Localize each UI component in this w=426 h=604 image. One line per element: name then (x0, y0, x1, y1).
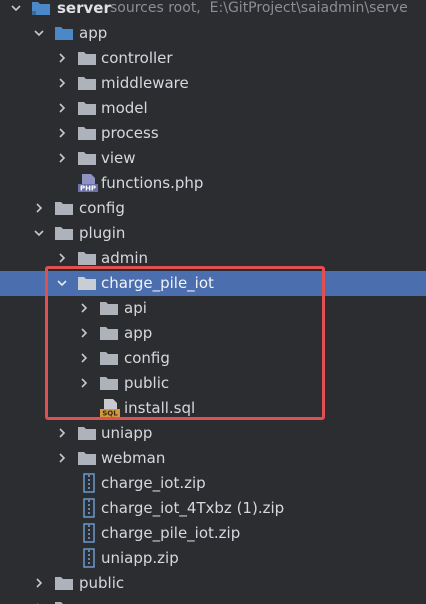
chevron-down-icon[interactable] (10, 2, 22, 14)
folder-icon (78, 52, 96, 65)
chevron-down-icon[interactable] (56, 277, 68, 289)
folder-icon (78, 77, 96, 90)
chevron-right-icon[interactable] (56, 452, 68, 464)
sql-file-icon: SQL (100, 399, 120, 418)
tree-label-model: model (101, 99, 148, 117)
tree-row-webman[interactable]: webman (0, 446, 426, 471)
folder-icon (78, 252, 96, 265)
tree-row-functions-php[interactable]: PHP functions.php (0, 171, 426, 196)
tree-label-config: config (79, 199, 125, 217)
chevron-down-icon[interactable] (33, 27, 45, 39)
folder-icon (100, 302, 118, 315)
chevron-right-icon[interactable] (56, 427, 68, 439)
tree-row-plugin-public[interactable]: public (0, 371, 426, 396)
tree-label-server: server (57, 0, 111, 17)
tree-row-plugin[interactable]: plugin (0, 221, 426, 246)
php-file-icon: PHP (78, 174, 98, 193)
folder-icon (78, 152, 96, 165)
tree-label-middleware: middleware (101, 74, 189, 92)
tree-label-plugin: plugin (79, 224, 126, 242)
tree-row-view[interactable]: view (0, 146, 426, 171)
zip-file-icon (83, 498, 95, 518)
tree-row-api[interactable]: api (0, 296, 426, 321)
tree-row-controller[interactable]: controller (0, 46, 426, 71)
chevron-down-icon[interactable] (33, 227, 45, 239)
tree-row-install-sql[interactable]: SQL install.sql (0, 396, 426, 421)
php-badge-text: PHP (80, 185, 96, 193)
folder-icon (78, 127, 96, 140)
tree-row-config[interactable]: config (0, 196, 426, 221)
chevron-right-icon[interactable] (56, 77, 68, 89)
tree-label-functions-php: functions.php (101, 174, 204, 192)
tree-label-charge-iot-zip: charge_iot.zip (101, 474, 206, 492)
tree-row-app[interactable]: app (0, 21, 426, 46)
tree-label-install-sql: install.sql (124, 399, 196, 417)
folder-icon (55, 602, 73, 604)
tree-label-plugin-config: config (124, 349, 170, 367)
tree-row-partial[interactable] (0, 596, 426, 604)
tree-label-controller: controller (101, 49, 173, 67)
folder-icon (78, 277, 96, 290)
zip-file-icon (83, 523, 95, 543)
tree-label-uniapp: uniapp (101, 424, 153, 442)
chevron-right-icon[interactable] (78, 352, 90, 364)
hint-path: E:\GitProject\saiadmin\serve (209, 0, 408, 16)
chevron-right-icon[interactable] (78, 302, 90, 314)
folder-icon (100, 327, 118, 340)
folder-icon (100, 352, 118, 365)
tree-label-process: process (101, 124, 159, 142)
tree-label-admin: admin (101, 249, 148, 267)
sql-badge-text: SQL (102, 410, 118, 418)
tree-row-public[interactable]: public (0, 571, 426, 596)
chevron-right-icon[interactable] (78, 327, 90, 339)
chevron-right-icon[interactable] (78, 377, 90, 389)
tree-label-charge-iot-4txbz-zip: charge_iot_4Txbz (1).zip (101, 499, 285, 517)
folder-icon (100, 377, 118, 390)
tree-label-plugin-app: app (124, 324, 153, 342)
tree-label-app: app (79, 24, 108, 42)
chevron-right-icon[interactable] (56, 127, 68, 139)
tree-label-public: public (79, 574, 125, 592)
tree-label-api: api (124, 299, 147, 317)
sources-root-hint: sources root, E:\GitProject\saiadmin\ser… (110, 0, 408, 17)
chevron-right-icon[interactable] (56, 252, 68, 264)
folder-icon (78, 427, 96, 440)
tree-row-charge-iot-zip[interactable]: charge_iot.zip (0, 471, 426, 496)
tree-row-middleware[interactable]: middleware (0, 71, 426, 96)
tree-label-plugin-public: public (124, 374, 170, 392)
tree-row-charge-pile-iot[interactable]: charge_pile_iot (0, 271, 426, 296)
tree-row-admin[interactable]: admin (0, 246, 426, 271)
folder-icon (55, 227, 73, 240)
tree-row-server[interactable]: server sources root, E:\GitProject\saiad… (0, 0, 426, 21)
tree-label-charge-pile-iot: charge_pile_iot (101, 274, 214, 292)
tree-row-charge-iot-4txbz-zip[interactable]: charge_iot_4Txbz (1).zip (0, 496, 426, 521)
folder-icon (78, 102, 96, 115)
tree-label-webman: webman (101, 449, 166, 467)
tree-row-uniapp-zip[interactable]: uniapp.zip (0, 546, 426, 571)
tree-row-charge-pile-iot-zip[interactable]: charge_pile_iot.zip (0, 521, 426, 546)
chevron-right-icon[interactable] (56, 102, 68, 114)
zip-file-icon (83, 548, 95, 568)
zip-file-icon (83, 473, 95, 493)
chevron-right-icon[interactable] (33, 202, 45, 214)
folder-icon (78, 452, 96, 465)
chevron-right-icon[interactable] (33, 577, 45, 589)
tree-row-model[interactable]: model (0, 96, 426, 121)
tree-row-process[interactable]: process (0, 121, 426, 146)
module-folder-icon (55, 27, 73, 40)
tree-label-view: view (101, 149, 136, 167)
chevron-right-icon[interactable] (56, 52, 68, 64)
project-tree: server sources root, E:\GitProject\saiad… (0, 0, 426, 604)
hint-type: sources root, (110, 0, 201, 16)
tree-row-plugin-config[interactable]: config (0, 346, 426, 371)
folder-icon (55, 577, 73, 590)
tree-label-uniapp-zip: uniapp.zip (101, 549, 179, 567)
tree-row-plugin-app[interactable]: app (0, 321, 426, 346)
folder-icon (55, 202, 73, 215)
module-folder-icon (32, 2, 50, 15)
tree-label-charge-pile-iot-zip: charge_pile_iot.zip (101, 524, 241, 542)
tree-row-uniapp[interactable]: uniapp (0, 421, 426, 446)
chevron-right-icon[interactable] (56, 152, 68, 164)
